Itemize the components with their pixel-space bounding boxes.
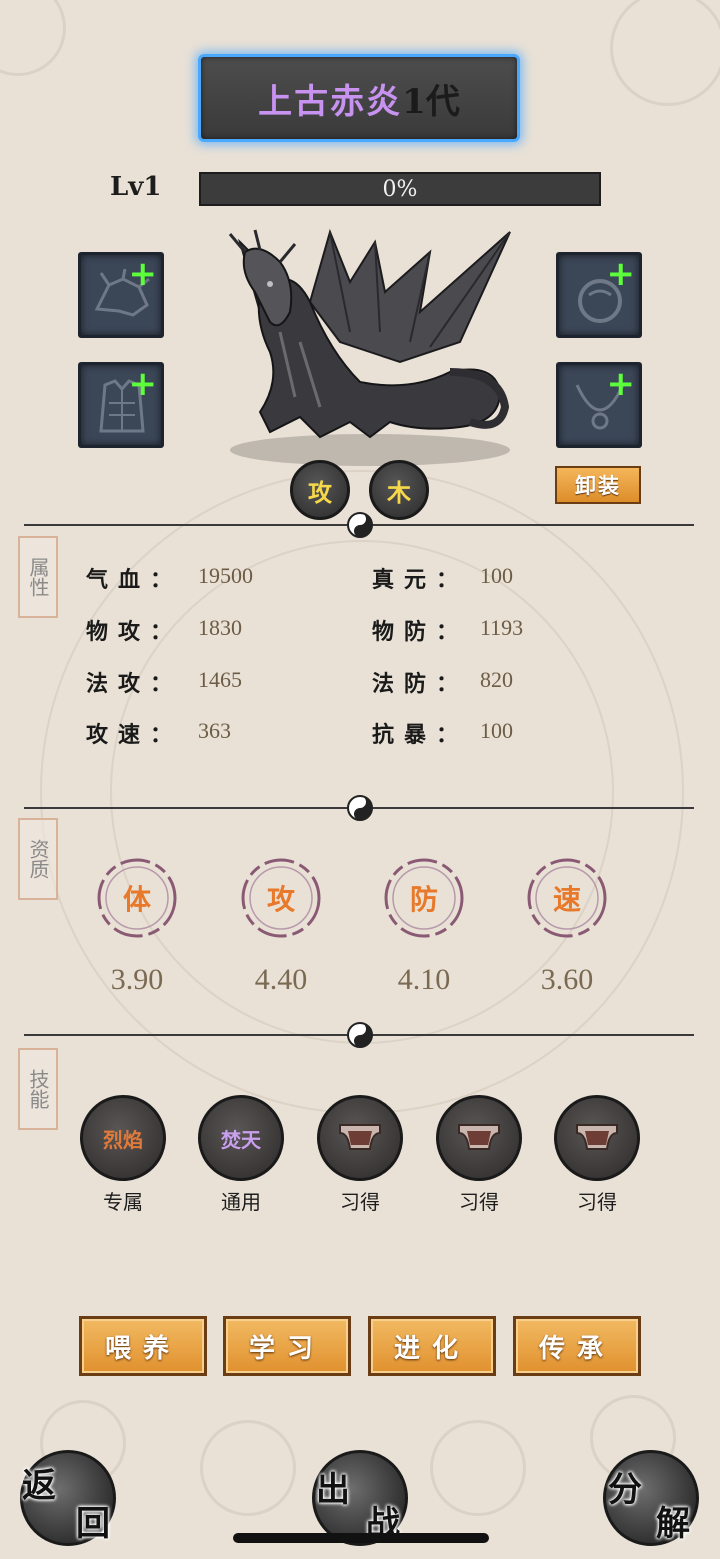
battle-label-1: 出	[316, 1470, 350, 1510]
evolve-button[interactable]: 进化	[368, 1316, 496, 1376]
unequip-button[interactable]: 卸装	[555, 466, 641, 504]
cloud-pattern	[430, 1420, 526, 1516]
skill-type-label: 通用	[221, 1190, 261, 1214]
equip-slot-helmet[interactable]: +	[78, 252, 164, 338]
add-icon: +	[128, 364, 158, 404]
skill-type-label: 习得	[340, 1190, 380, 1214]
decompose-label-1: 分	[608, 1470, 642, 1510]
attr-value-mana: 100	[480, 563, 513, 588]
lock-icon	[458, 1124, 500, 1150]
skill-slot-exclusive[interactable]: 烈焰	[80, 1095, 166, 1181]
exp-bar: 0%	[199, 172, 601, 206]
attr-label-crit-resist: 抗暴：	[372, 722, 469, 748]
exp-percent-text: 0%	[382, 176, 418, 202]
add-icon: +	[128, 254, 158, 294]
skill-type-label: 习得	[459, 1190, 499, 1214]
aptitude-label-speed: 速	[552, 883, 581, 916]
add-icon: +	[606, 364, 636, 404]
inherit-button[interactable]: 传承	[513, 1316, 641, 1376]
taiji-icon	[347, 1022, 373, 1048]
cloud-pattern	[610, 0, 720, 106]
back-label-2: 回	[76, 1504, 110, 1544]
attr-value-hp: 19500	[198, 563, 253, 588]
attr-label-phys-def: 物防：	[372, 619, 469, 645]
feed-button[interactable]: 喂养	[79, 1316, 207, 1376]
learn-button[interactable]: 学习	[223, 1316, 351, 1376]
equip-slot-ring[interactable]: +	[556, 252, 642, 338]
attr-label-mag-def: 法防：	[372, 671, 469, 697]
skill-name: 焚天	[221, 1127, 261, 1152]
skills-tag: 技能	[18, 1048, 58, 1130]
attr-label-phys-atk: 物攻：	[86, 619, 183, 645]
aptitude-value-speed: 3.60	[540, 963, 594, 996]
add-icon: +	[606, 254, 636, 294]
attr-label-mana: 真元：	[372, 567, 469, 593]
aptitude-tag: 资质	[18, 818, 58, 900]
attr-label-mag-atk: 法攻：	[86, 671, 183, 697]
skill-slot-learnable[interactable]	[554, 1095, 640, 1181]
pet-name: 上古赤炎	[258, 81, 403, 122]
skill-type-label: 习得	[577, 1190, 617, 1214]
aptitude-label-defense: 防	[409, 883, 438, 916]
attributes-tag: 属性	[18, 536, 58, 618]
pet-generation: 1代	[402, 81, 460, 122]
pet-element-wood-badge: 木	[369, 460, 429, 520]
lock-icon	[576, 1124, 618, 1150]
cloud-pattern	[200, 1420, 296, 1516]
attr-label-hp: 气血：	[86, 567, 183, 593]
skill-slot-learnable[interactable]	[317, 1095, 403, 1181]
aptitude-value-attack: 4.40	[254, 963, 308, 996]
equip-slot-armor[interactable]: +	[78, 362, 164, 448]
attr-value-phys-atk: 1830	[198, 615, 242, 640]
back-label-1: 返	[22, 1466, 56, 1506]
decompose-label-2: 解	[656, 1504, 690, 1544]
aptitude-value-constitution: 3.90	[110, 963, 164, 996]
taiji-icon	[347, 795, 373, 821]
home-indicator[interactable]	[233, 1533, 489, 1543]
aptitude-label-attack: 攻	[266, 883, 295, 916]
pet-title-banner: 上古赤炎 1代	[198, 54, 520, 142]
attr-value-crit-resist: 100	[480, 718, 513, 743]
pet-type-attack-badge: 攻	[290, 460, 350, 520]
attr-value-phys-def: 1193	[480, 615, 524, 640]
aptitude-label-constitution: 体	[122, 883, 151, 916]
attr-value-mag-def: 820	[480, 667, 513, 692]
attr-value-atk-speed: 363	[198, 718, 231, 743]
aptitude-value-defense: 4.10	[397, 963, 451, 996]
attr-label-atk-speed: 攻速：	[86, 722, 183, 748]
skill-type-label: 专属	[103, 1190, 143, 1214]
dragon-pet-image	[228, 228, 511, 466]
attr-value-mag-atk: 1465	[198, 667, 242, 692]
lock-icon	[339, 1124, 381, 1150]
pet-level: Lv1	[110, 172, 162, 202]
taiji-icon	[347, 512, 373, 538]
skill-slot-learnable[interactable]	[436, 1095, 522, 1181]
cloud-pattern	[0, 0, 66, 76]
skill-name: 烈焰	[103, 1127, 143, 1152]
equip-slot-necklace[interactable]: +	[556, 362, 642, 448]
skill-slot-common[interactable]: 焚天	[198, 1095, 284, 1181]
